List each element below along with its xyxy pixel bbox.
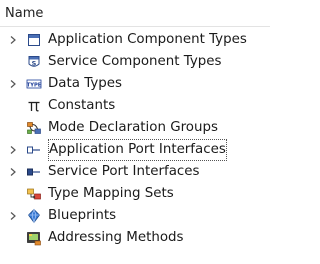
data-types-icon: TYPE [26, 76, 42, 92]
application-port-icon [26, 142, 42, 158]
tree-item-application-component-types[interactable]: Application Component Types [0, 29, 270, 51]
service-component-icon: S [26, 54, 42, 70]
tree-item-label: Service Port Interfaces [48, 164, 200, 179]
tree-item-data-types[interactable]: TYPE Data Types [0, 73, 270, 95]
tree-item-label: Blueprints [48, 208, 117, 223]
tree-item-mode-declaration-groups[interactable]: Mode Declaration Groups [0, 117, 270, 139]
tree-item-label: Mode Declaration Groups [48, 120, 218, 135]
blueprints-icon [26, 208, 42, 224]
tree-item-blueprints[interactable]: Blueprints [0, 205, 270, 227]
component-type-icon [26, 32, 42, 48]
addressing-methods-icon [26, 230, 42, 246]
tree-item-service-component-types[interactable]: S Service Component Types [0, 51, 270, 73]
tree-panel: Name Application Component Types S Servi… [0, 0, 270, 264]
expand-chevron-icon[interactable] [9, 73, 17, 95]
expand-chevron-icon[interactable] [9, 29, 17, 51]
typedef-icon-text: TYPE [27, 82, 42, 88]
expand-chevron-icon[interactable] [9, 161, 17, 183]
tree-item-addressing-methods[interactable]: Addressing Methods [0, 227, 270, 249]
tree-item-label: Constants [48, 98, 116, 113]
tree-item-type-mapping-sets[interactable]: Type Mapping Sets [0, 183, 270, 205]
tree-item-label: Type Mapping Sets [48, 186, 174, 201]
expand-chevron-icon[interactable] [9, 205, 17, 227]
pi-constants-icon [26, 98, 42, 114]
tree-item-application-port-interfaces[interactable]: Application Port Interfaces [0, 139, 270, 161]
tree-item-label: Addressing Methods [48, 230, 184, 245]
name-column-header[interactable]: Name [0, 0, 270, 27]
tree-item-label: Application Port Interfaces [48, 139, 227, 161]
service-port-icon [26, 164, 42, 180]
expand-chevron-icon[interactable] [9, 139, 17, 161]
mode-declaration-icon [26, 120, 42, 136]
tree-item-label: Application Component Types [48, 32, 247, 47]
tree-item-constants[interactable]: Constants [0, 95, 270, 117]
svg-text:S: S [32, 60, 37, 68]
tree-item-service-port-interfaces[interactable]: Service Port Interfaces [0, 161, 270, 183]
tree-item-label: Service Component Types [48, 54, 222, 69]
tree-item-label: Data Types [48, 76, 122, 91]
column-header-label: Name [5, 5, 44, 21]
type-mapping-icon [26, 186, 42, 202]
